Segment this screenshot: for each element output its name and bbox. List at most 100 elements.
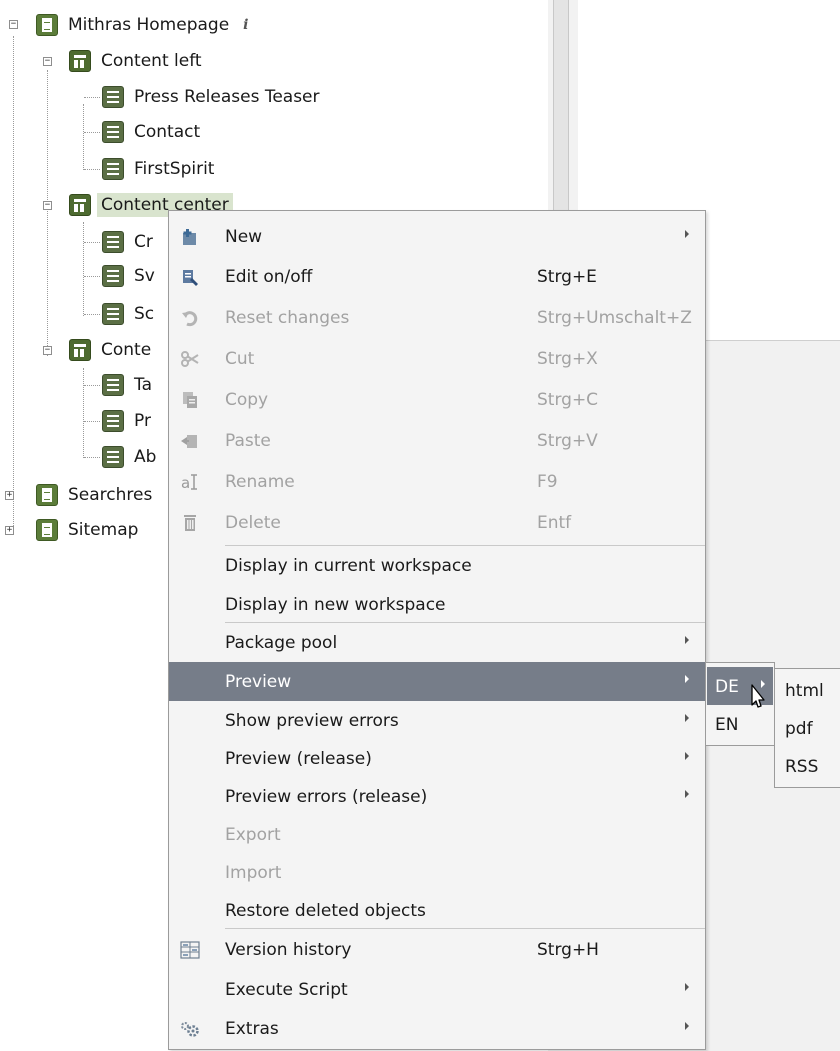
tree-node-firstspirit[interactable]: FirstSpirit	[102, 152, 214, 186]
content-icon	[102, 121, 124, 143]
submenu-item-label: pdf	[785, 719, 813, 739]
menu-item-label: Preview errors (release)	[225, 787, 428, 807]
preview-format-submenu: html pdf RSS	[774, 668, 840, 788]
tree-node-label: Conte	[101, 340, 152, 360]
tree-connector	[84, 242, 100, 243]
menu-item-shortcut: Strg+E	[537, 267, 597, 287]
tree-node-content-center-child[interactable]: Sc	[102, 297, 154, 331]
menu-item-label: Reset changes	[225, 308, 350, 328]
menu-item-label: Version history	[225, 940, 352, 960]
tree-node-content-right-child[interactable]: Pr	[102, 404, 151, 438]
menu-item-shortcut: Strg+C	[537, 390, 599, 410]
gears-icon	[179, 1018, 201, 1040]
menu-item-restore-deleted-objects[interactable]: Restore deleted objects	[169, 891, 705, 930]
submenu-item-label: EN	[715, 715, 739, 735]
menu-item-label: Delete	[225, 513, 281, 533]
tree-node-content-center-child[interactable]: Cr	[102, 225, 153, 259]
expand-toggle[interactable]: +	[5, 491, 14, 500]
tree-node-content-right-child[interactable]: Ta	[102, 368, 152, 402]
tree-connector	[84, 132, 100, 133]
menu-item-label: Package pool	[225, 633, 338, 653]
tree-connector	[84, 97, 100, 98]
content-icon	[102, 410, 124, 432]
menu-item-shortcut: Strg+H	[537, 940, 599, 960]
tree-node-content-center-child[interactable]: Sv	[102, 259, 155, 293]
menu-item-export[interactable]: Export	[169, 815, 705, 854]
mouse-pointer-icon	[751, 684, 765, 708]
menu-item-shortcut: Strg+X	[537, 349, 598, 369]
content-icon	[102, 446, 124, 468]
tree-node-content-right-child[interactable]: Ab	[102, 440, 156, 474]
page-icon	[36, 484, 58, 506]
menu-item-label: Execute Script	[225, 980, 348, 1000]
menu-item-label: Preview	[225, 672, 292, 692]
submenu-item-html[interactable]: html	[775, 671, 840, 709]
rename-icon: a	[179, 471, 201, 493]
paste-icon	[179, 430, 201, 452]
content-icon	[102, 231, 124, 253]
collapse-toggle[interactable]: −	[43, 201, 52, 210]
menu-item-execute-script[interactable]: Execute Script	[169, 970, 705, 1009]
menu-item-new[interactable]: New	[169, 217, 705, 256]
menu-item-edit-toggle[interactable]: Edit on/off Strg+E	[169, 257, 705, 296]
content-icon	[102, 86, 124, 108]
menu-item-cut[interactable]: Cut Strg+X	[169, 339, 705, 378]
collapse-toggle[interactable]: −	[43, 346, 52, 355]
menu-item-version-history[interactable]: Version history Strg+H	[169, 930, 705, 969]
tree-node-sitemap[interactable]: Sitemap	[36, 513, 138, 547]
submenu-arrow-icon	[685, 636, 689, 644]
tree-node-content-left[interactable]: Content left	[69, 44, 202, 78]
menu-item-preview-release[interactable]: Preview (release)	[169, 739, 705, 778]
content-icon	[102, 158, 124, 180]
menu-item-extras[interactable]: Extras	[169, 1009, 705, 1048]
menu-item-label: Display in current workspace	[225, 556, 472, 576]
menu-item-import[interactable]: Import	[169, 853, 705, 892]
context-menu: New Edit on/off Strg+E Reset changes Str…	[168, 210, 706, 1050]
tree-connector	[84, 169, 100, 170]
menu-item-copy[interactable]: Copy Strg+C	[169, 380, 705, 419]
tree-node-label: Content left	[101, 51, 202, 71]
tree-node-label: Mithras Homepage	[68, 15, 230, 35]
menu-item-reset-changes[interactable]: Reset changes Strg+Umschalt+Z	[169, 298, 705, 337]
collapse-toggle[interactable]: −	[9, 20, 18, 29]
menu-item-display-new-workspace[interactable]: Display in new workspace	[169, 585, 705, 624]
tree-node-label: Press Releases Teaser	[134, 87, 320, 107]
submenu-item-pdf[interactable]: pdf	[775, 709, 840, 747]
menu-item-label: Preview (release)	[225, 749, 372, 769]
menu-item-shortcut: Strg+V	[537, 431, 598, 451]
menu-item-shortcut: Entf	[537, 513, 572, 533]
tree-node-contact[interactable]: Contact	[102, 115, 200, 149]
menu-item-label: Display in new workspace	[225, 595, 446, 615]
tree-node-label: Contact	[134, 122, 201, 142]
tree-node-mithras-homepage[interactable]: Mithras Homepage i	[36, 8, 249, 42]
tree-node-searchresults[interactable]: Searchres	[36, 478, 152, 512]
submenu-arrow-icon	[685, 752, 689, 760]
tree-node-label: Pr	[134, 411, 151, 431]
tree-node-content-right[interactable]: Conte	[69, 333, 151, 367]
menu-item-show-preview-errors[interactable]: Show preview errors	[169, 701, 705, 740]
page-icon	[36, 519, 58, 541]
info-icon[interactable]: i	[243, 17, 248, 33]
content-icon	[102, 265, 124, 287]
submenu-arrow-icon	[685, 230, 689, 238]
scissors-icon	[179, 348, 201, 370]
menu-item-display-current-workspace[interactable]: Display in current workspace	[169, 546, 705, 585]
menu-item-rename[interactable]: a Rename F9	[169, 462, 705, 501]
submenu-arrow-icon	[685, 675, 689, 683]
menu-item-delete[interactable]: Delete Entf	[169, 503, 705, 542]
page-icon	[36, 14, 58, 36]
tree-connector	[84, 457, 100, 458]
menu-item-paste[interactable]: Paste Strg+V	[169, 421, 705, 460]
menu-item-preview[interactable]: Preview	[169, 662, 705, 701]
menu-item-label: Show preview errors	[225, 711, 399, 731]
tree-node-label: Searchres	[68, 485, 153, 505]
submenu-item-rss[interactable]: RSS	[775, 747, 840, 785]
collapse-toggle[interactable]: −	[43, 57, 52, 66]
menu-item-label: Restore deleted objects	[225, 901, 426, 921]
submenu-arrow-icon	[685, 790, 689, 798]
menu-item-package-pool[interactable]: Package pool	[169, 623, 705, 662]
tree-connector	[84, 385, 100, 386]
expand-toggle[interactable]: +	[5, 526, 14, 535]
menu-item-preview-errors-release[interactable]: Preview errors (release)	[169, 777, 705, 816]
tree-node-press-releases-teaser[interactable]: Press Releases Teaser	[102, 80, 320, 114]
